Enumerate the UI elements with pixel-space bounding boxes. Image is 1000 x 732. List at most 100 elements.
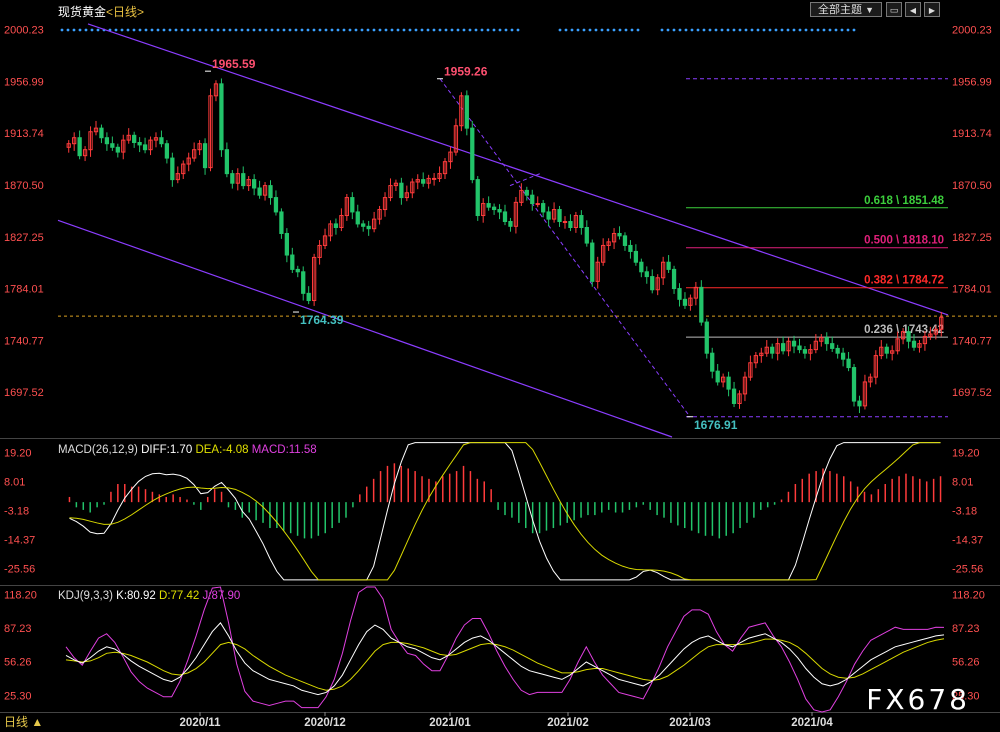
candle-body (911, 340, 917, 348)
candle-body (524, 189, 529, 196)
candle-body (840, 352, 846, 360)
marker-dot (390, 28, 394, 32)
candle-body (132, 134, 137, 144)
marker-dot (564, 28, 568, 32)
marker-dot (786, 28, 790, 32)
marker-dot (834, 28, 838, 32)
marker-dot (570, 28, 574, 32)
kdj-axis-tick-right: 118.20 (952, 589, 985, 601)
candle-body (846, 358, 851, 369)
marker-dot (714, 28, 718, 32)
candle-body (290, 254, 295, 270)
marker-dot (204, 28, 208, 32)
candle-body (170, 157, 175, 181)
candle-body (780, 343, 786, 352)
marker-dot (372, 28, 376, 32)
watermark-logo: FX678 (866, 683, 970, 716)
macd-axis-tick-left: 8.01 (4, 476, 25, 488)
candle-body (431, 177, 437, 180)
marker-dot (210, 28, 214, 32)
marker-dot (150, 28, 154, 32)
chart-title: 现货黄金<日线> (58, 3, 144, 20)
marker-dot (456, 28, 460, 32)
marker-dot (624, 28, 628, 32)
candle-body (268, 185, 273, 199)
macd-macd-value: MACD:11.58 (251, 444, 317, 456)
price-axis-tick-right: 1956.99 (952, 76, 992, 88)
fib-level-label: 0.618 \ 1851.48 (864, 195, 945, 207)
marker-dot (330, 28, 334, 32)
marker-dot (78, 28, 82, 32)
macd-legend: MACD(26,12,9) DIFF:1.70 DEA:-4.08 MACD:1… (58, 444, 317, 456)
kdj-axis-tick-left: 118.20 (4, 589, 37, 601)
price-annotation-label: 1965.59 (212, 57, 256, 71)
candle-body (279, 211, 284, 234)
theme-dropdown[interactable]: 全部主题 ▼ (810, 2, 882, 17)
marker-dot (72, 28, 76, 32)
marker-dot (792, 28, 796, 32)
prev-button[interactable]: ◀ (905, 2, 921, 17)
marker-dot (144, 28, 148, 32)
marker-dot (702, 28, 706, 32)
candle-body (464, 95, 469, 129)
price-annotation-label: 1764.39 (300, 313, 344, 327)
marker-dot (378, 28, 382, 32)
marker-dot (408, 28, 412, 32)
marker-dot (816, 28, 820, 32)
date-axis-tick: 2021/03 (669, 717, 711, 729)
restore-icon: ▭ (889, 5, 899, 15)
marker-dot (90, 28, 94, 32)
minimize-button[interactable]: ▭ (886, 2, 902, 17)
price-axis-tick-right: 1784.01 (952, 284, 992, 296)
candle-body (666, 261, 671, 270)
marker-dot (300, 28, 304, 32)
marker-dot (846, 28, 850, 32)
candle-body (726, 376, 731, 390)
candle-body (470, 127, 475, 181)
marker-dot (426, 28, 430, 32)
marker-dot (198, 28, 202, 32)
marker-dot (120, 28, 124, 32)
marker-dot (294, 28, 298, 32)
fib-level-label: 0.500 \ 1818.10 (864, 235, 944, 247)
marker-dot (684, 28, 688, 32)
marker-dot (468, 28, 472, 32)
marker-dot (480, 28, 484, 32)
period-status[interactable]: 日线 ▲ (4, 713, 43, 730)
candle-body (770, 346, 775, 354)
marker-dot (288, 28, 292, 32)
marker-dot (366, 28, 370, 32)
marker-dot (354, 28, 358, 32)
candle-body (830, 343, 835, 349)
marker-dot (414, 28, 418, 32)
price-axis-tick-left: 2000.23 (4, 25, 44, 37)
candle-body (715, 370, 720, 383)
next-button[interactable]: ▶ (924, 2, 940, 17)
marker-dot (558, 28, 562, 32)
candle-body (284, 232, 289, 256)
marker-dot (576, 28, 580, 32)
kdj-j-line (65, 586, 945, 713)
candle-body (884, 346, 889, 354)
kdj-axis-tick-left: 56.26 (4, 657, 32, 669)
marker-dot (852, 28, 856, 32)
marker-dot (774, 28, 778, 32)
period-label[interactable]: <日线> (106, 5, 144, 19)
marker-dot (162, 28, 166, 32)
candle-body (159, 137, 164, 145)
marker-dot (216, 28, 220, 32)
kdj-d-value: D:77.42 (159, 590, 200, 602)
marker-dot (336, 28, 340, 32)
marker-dot (828, 28, 832, 32)
marker-dot (612, 28, 616, 32)
marker-dot (444, 28, 448, 32)
candle-body (350, 197, 355, 213)
marker-dot (312, 28, 316, 32)
date-axis-tick: 2021/02 (547, 717, 589, 729)
instrument-name: 现货黄金 (58, 5, 107, 19)
candle-body (906, 331, 911, 342)
marker-dot (258, 28, 262, 32)
candle-body (671, 268, 677, 290)
candle-body (399, 182, 404, 199)
candle-body (104, 137, 110, 145)
